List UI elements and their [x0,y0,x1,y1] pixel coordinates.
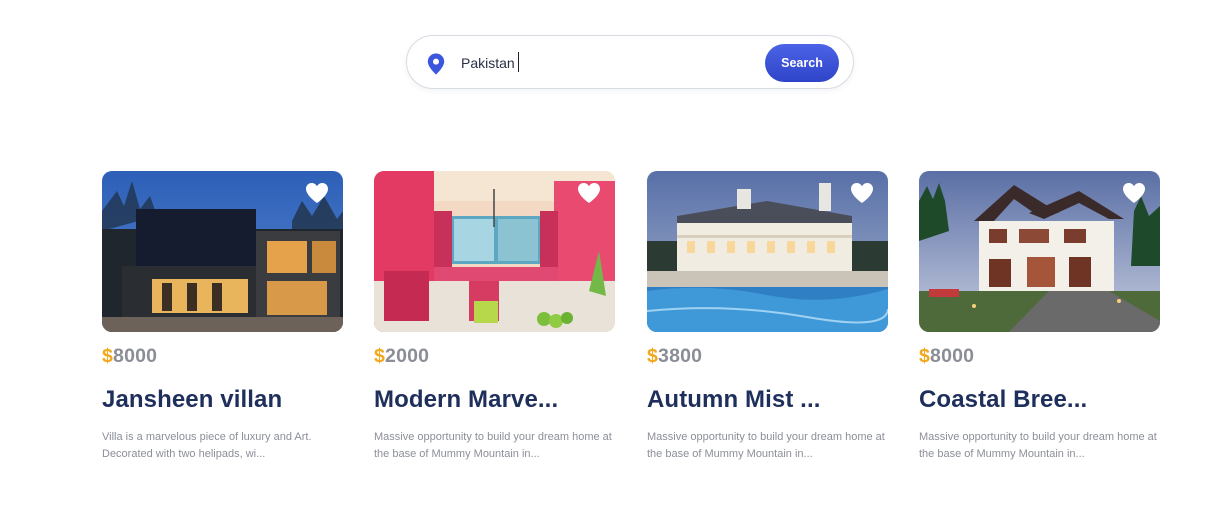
listing-card[interactable]: $8000 Coastal Bree... Massive opportunit… [919,171,1160,463]
location-search-bar: Search [406,35,854,89]
listing-price: $3800 [647,345,888,369]
heart-icon[interactable] [577,182,601,204]
heart-icon[interactable] [1122,182,1146,204]
currency-symbol: $ [374,345,386,367]
listing-card[interactable]: $2000 Modern Marve... Massive opportunit… [374,171,615,463]
listing-description: Massive opportunity to build your dream … [374,431,612,460]
listing-card[interactable]: $8000 Jansheen villan Villa is a marvelo… [102,171,343,463]
listing-photo[interactable] [102,171,343,332]
listing-price: $8000 [102,345,343,369]
currency-symbol: $ [102,345,114,367]
listing-description: Villa is a marvelous piece of luxury and… [102,431,312,460]
listing-description: Massive opportunity to build your dream … [919,431,1157,460]
price-value: 8000 [930,345,975,367]
heart-icon[interactable] [305,182,329,204]
heart-icon[interactable] [850,182,874,204]
currency-symbol: $ [919,345,931,367]
listing-title[interactable]: Modern Marve... [374,386,615,416]
search-button[interactable]: Search [765,44,839,82]
listing-photo[interactable] [919,171,1160,332]
price-value: 3800 [658,345,703,367]
listings-page: Search [0,0,1210,531]
listing-title[interactable]: Coastal Bree... [919,386,1160,416]
currency-symbol: $ [647,345,659,367]
listing-photo[interactable] [647,171,888,332]
listing-photo[interactable] [374,171,615,332]
price-value: 2000 [385,345,430,367]
listing-price: $8000 [919,345,1160,369]
listing-title[interactable]: Autumn Mist ... [647,386,888,416]
listing-description: Massive opportunity to build your dream … [647,431,885,460]
listing-card[interactable]: $3800 Autumn Mist ... Massive opportunit… [647,171,888,463]
price-value: 8000 [113,345,158,367]
listing-price: $2000 [374,345,615,369]
text-caret [518,52,519,72]
location-pin-icon [427,53,445,75]
listing-title[interactable]: Jansheen villan [102,386,343,416]
search-input[interactable] [461,50,751,76]
